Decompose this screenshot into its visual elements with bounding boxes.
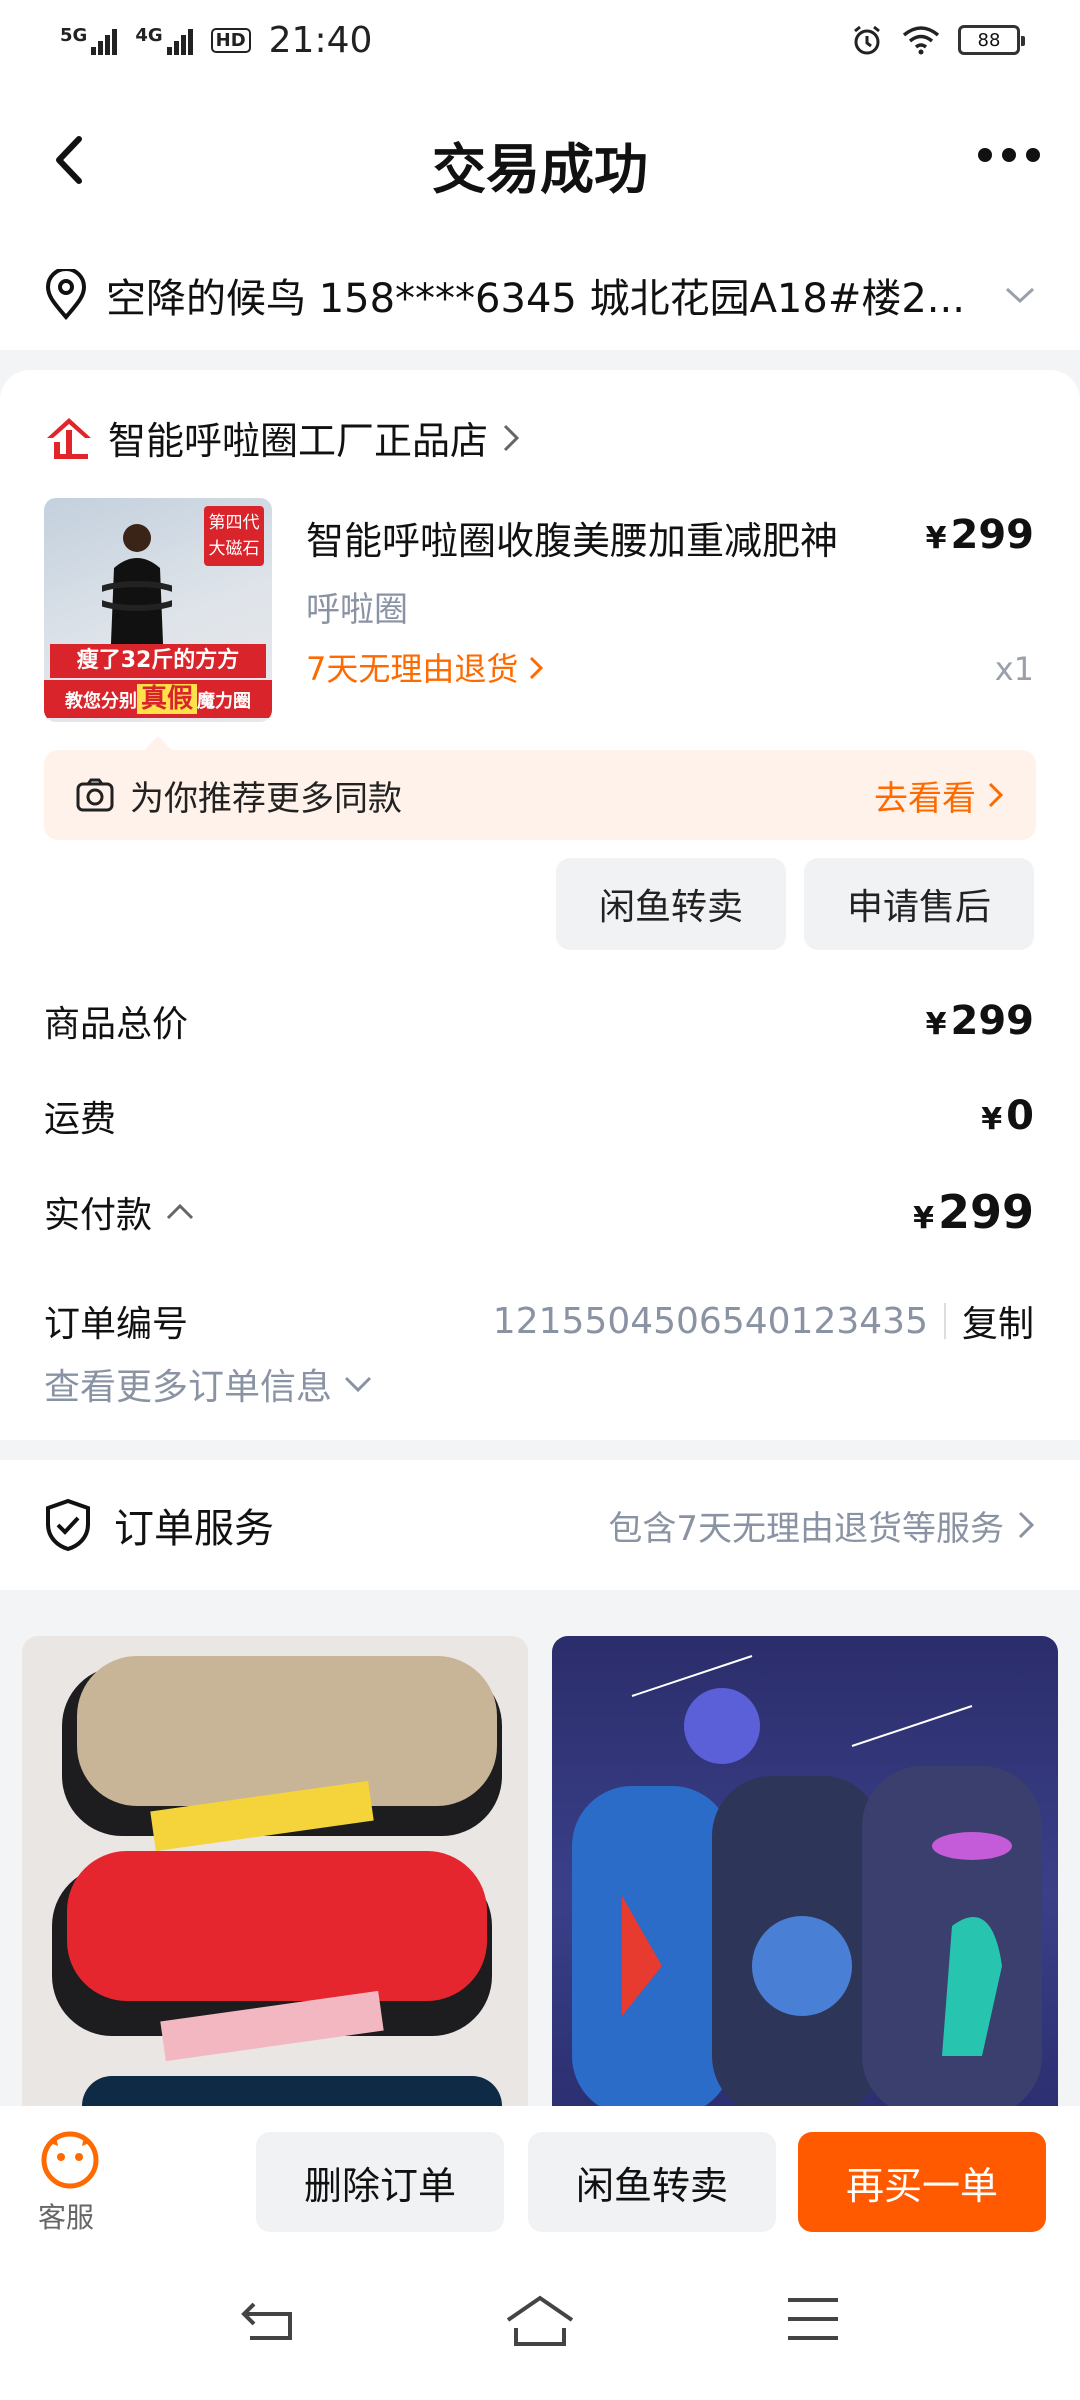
alarm-icon: [854, 25, 880, 55]
shipping-value: ¥0: [981, 1093, 1034, 1139]
paid-label: 实付款: [44, 1186, 194, 1238]
after-sale-button[interactable]: 申请售后: [804, 858, 1034, 950]
chevron-down-icon: [1005, 287, 1035, 304]
address-bar[interactable]: 空降的候鸟 158****6345 城北花园A18#楼2...: [0, 240, 1080, 350]
service-title: 订单服务: [114, 1506, 274, 1552]
price-value: 299: [950, 512, 1035, 558]
system-back-icon[interactable]: [240, 2296, 296, 2346]
recommend-item-pencil-case-2[interactable]: [552, 1636, 1058, 2106]
location-pin-icon: [45, 269, 87, 321]
more-button[interactable]: [978, 148, 1040, 162]
return-policy-link[interactable]: 7天无理由退货: [306, 644, 543, 690]
total-value: 299: [950, 998, 1035, 1044]
price-symbol: ¥: [925, 521, 947, 556]
chevron-right-icon: [503, 424, 520, 451]
wifi-icon: [902, 26, 940, 55]
order-number: 1215504506540123435: [492, 1300, 928, 1342]
recommend-link[interactable]: 去看看: [874, 771, 1004, 820]
customer-service-label[interactable]: 客服: [38, 2196, 94, 2236]
shipping-amount: 0: [1006, 1093, 1034, 1139]
status-time: 21:40: [268, 19, 373, 61]
band2-post: 魔力圈: [197, 691, 251, 712]
battery-icon: 88: [958, 25, 1025, 55]
chevron-right-icon: [988, 782, 1004, 808]
cellular-signal-2-icon: 4G: [135, 25, 193, 55]
more-dots-icon: [978, 148, 992, 162]
order-number-label: 订单编号: [44, 1304, 189, 1345]
more-order-info-toggle[interactable]: 查看更多订单信息: [44, 1358, 372, 1410]
signal2-label: 4G: [135, 25, 163, 46]
nav-bar: 交易成功: [0, 80, 1080, 240]
resell-button[interactable]: 闲鱼转卖: [556, 858, 786, 950]
product-spec: 呼啦圈: [306, 590, 408, 630]
return-policy-text: 7天无理由退货: [306, 650, 519, 688]
currency-symbol: ¥: [925, 1007, 947, 1042]
hd-voice-icon: HD: [210, 27, 251, 53]
copy-button[interactable]: 复制: [962, 1295, 1034, 1347]
image-tag: 第四代 大磁石: [204, 506, 264, 566]
service-desc: 包含7天无理由退货等服务: [608, 1501, 1034, 1550]
address-text: 空降的候鸟 158****6345 城北花园A18#楼2...: [106, 276, 965, 322]
image-band-1: 瘦了32斤的方方: [50, 644, 266, 678]
image-band-2: 教您分别 真假 魔力圈: [44, 680, 272, 718]
camera-icon: [76, 778, 114, 812]
recommend-banner[interactable]: 为你推荐更多同款 去看看: [44, 736, 1036, 840]
chevron-right-icon: [1018, 1511, 1034, 1539]
customer-service-icon[interactable]: [40, 2130, 100, 2190]
service-desc-text: 包含7天无理由退货等服务: [608, 1508, 1004, 1549]
delete-order-button[interactable]: 删除订单: [256, 2132, 504, 2232]
order-number-row: 订单编号 1215504506540123435 复制: [44, 1295, 1034, 1347]
more-order-info-text: 查看更多订单信息: [44, 1367, 333, 1408]
chevron-up-icon: [166, 1203, 194, 1220]
total-price-row: 商品总价 ¥299: [44, 995, 1034, 1047]
signal1-label: 5G: [60, 25, 88, 46]
battery-level: 88: [977, 29, 1001, 51]
total-price-label: 商品总价: [44, 1004, 189, 1045]
chevron-down-icon: [344, 1376, 372, 1393]
product-title[interactable]: 智能呼啦圈收腹美腰加重减肥神: [306, 510, 876, 565]
paid-row[interactable]: 实付款 ¥299: [44, 1185, 1034, 1239]
status-bar: 5G 4G HD 21:40 88: [0, 0, 1080, 80]
paid-value: ¥299: [913, 1185, 1034, 1239]
pencil-case-image: [52, 1656, 502, 2106]
product-quantity: x1: [994, 650, 1034, 688]
shipping-label: 运费: [44, 1099, 117, 1140]
bottom-action-bar: 客服 删除订单 闲鱼转卖 再买一单: [0, 2106, 1080, 2256]
cellular-signal-icon: 5G: [60, 25, 118, 55]
product-image[interactable]: 第四代 大磁石 瘦了32斤的方方 教您分别 真假 魔力圈: [44, 498, 272, 722]
recommend-text: 为你推荐更多同款: [130, 778, 402, 819]
shield-check-icon: [46, 1498, 90, 1552]
total-price-value: ¥299: [926, 998, 1034, 1044]
rebuy-button[interactable]: 再买一单: [798, 2132, 1046, 2232]
currency-symbol: ¥: [981, 1102, 1003, 1137]
space-pencil-case-image: [572, 1655, 1042, 2106]
shipping-row: 运费 ¥0: [44, 1090, 1034, 1142]
chevron-right-icon: [529, 656, 543, 680]
paid-label-text: 实付款: [44, 1195, 153, 1236]
order-service-row[interactable]: 订单服务 包含7天无理由退货等服务: [0, 1460, 1080, 1590]
system-menu-icon[interactable]: [786, 2296, 840, 2342]
recommend-item-pencil-case-1[interactable]: [22, 1636, 528, 2106]
product-price: ¥299: [926, 512, 1034, 558]
shop-row[interactable]: 智能呼啦圈工厂正品店: [44, 410, 520, 465]
recommend-link-text: 去看看: [874, 778, 976, 819]
shop-name: 智能呼啦圈工厂正品店: [108, 419, 489, 463]
resell-bottom-button[interactable]: 闲鱼转卖: [528, 2132, 776, 2232]
enterprise-icon: [47, 417, 91, 459]
system-home-icon[interactable]: [504, 2294, 576, 2348]
paid-amount: 299: [937, 1185, 1034, 1239]
page-title: 交易成功: [432, 138, 648, 201]
band2-highlight: 真假: [136, 684, 197, 714]
currency-symbol: ¥: [913, 1201, 934, 1236]
divider: [943, 1303, 946, 1339]
order-card: 智能呼啦圈工厂正品店 第四代 大磁石 瘦了32斤的方方 教您分别 真假 魔力圈 智能…: [0, 370, 1080, 1440]
system-nav-bar: [0, 2256, 1080, 2400]
band2-pre: 教您分别: [64, 691, 137, 712]
